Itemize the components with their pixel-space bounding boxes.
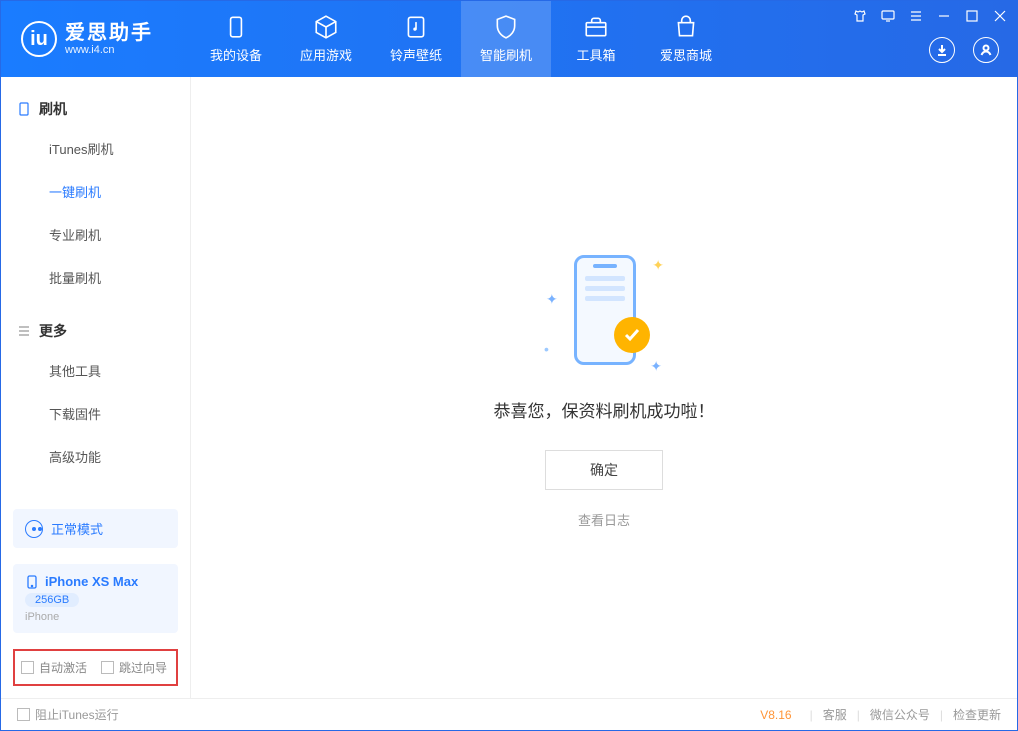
sidebar-item-itunes-flash[interactable]: iTunes刷机 xyxy=(1,127,190,170)
device-icon xyxy=(223,14,249,40)
tab-label: 铃声壁纸 xyxy=(390,45,442,64)
skin-icon[interactable] xyxy=(853,9,867,23)
checkmark-badge-icon xyxy=(614,317,650,353)
checkbox-block-itunes[interactable]: 阻止iTunes运行 xyxy=(17,706,119,723)
header-right-icons xyxy=(929,37,999,63)
shield-icon xyxy=(493,14,519,40)
device-icon xyxy=(25,575,39,589)
menu-icon[interactable] xyxy=(909,9,923,23)
sparkle-icon: ✦ xyxy=(652,257,664,274)
checkbox-label: 阻止iTunes运行 xyxy=(35,706,119,723)
header: iu 爱思助手 www.i4.cn 我的设备 应用游戏 铃声壁纸 智能刷机 xyxy=(1,1,1017,77)
tab-store[interactable]: 爱思商城 xyxy=(641,1,731,77)
mode-label: 正常模式 xyxy=(51,519,103,538)
sidebar-header-flash: 刷机 xyxy=(1,91,190,127)
tab-label: 智能刷机 xyxy=(480,45,532,64)
sidebar-section-flash: 刷机 iTunes刷机 一键刷机 专业刷机 批量刷机 xyxy=(1,77,190,299)
device-card[interactable]: iPhone XS Max 256GB iPhone xyxy=(13,564,178,633)
checkbox-skip-guide[interactable]: 跳过向导 xyxy=(101,659,167,676)
sparkle-icon: • xyxy=(544,341,549,357)
feedback-icon[interactable] xyxy=(881,9,895,23)
checkbox-label: 自动激活 xyxy=(39,659,87,676)
window-controls xyxy=(853,9,1007,23)
checkbox-icon xyxy=(101,661,114,674)
minimize-icon[interactable] xyxy=(937,9,951,23)
divider: | xyxy=(940,708,943,722)
phone-icon xyxy=(17,102,31,116)
tab-apps-games[interactable]: 应用游戏 xyxy=(281,1,371,77)
sparkle-icon: ✦ xyxy=(650,358,662,375)
logo: iu 爱思助手 www.i4.cn xyxy=(1,21,191,57)
success-illustration: ✦ ✦ • ✦ xyxy=(544,247,664,377)
maximize-icon[interactable] xyxy=(965,9,979,23)
sidebar-item-oneclick-flash[interactable]: 一键刷机 xyxy=(1,170,190,213)
tab-label: 我的设备 xyxy=(210,45,262,64)
close-icon[interactable] xyxy=(993,9,1007,23)
app-title: 爱思助手 xyxy=(65,22,153,44)
sidebar-item-other-tools[interactable]: 其他工具 xyxy=(1,349,190,392)
main-content: ✦ ✦ • ✦ 恭喜您，保资料刷机成功啦！ 确定 查看日志 xyxy=(191,77,1017,698)
app-window: iu 爱思助手 www.i4.cn 我的设备 应用游戏 铃声壁纸 智能刷机 xyxy=(0,0,1018,731)
sidebar-section-title: 刷机 xyxy=(39,99,67,119)
footer-link-update[interactable]: 检查更新 xyxy=(953,706,1001,723)
divider: | xyxy=(857,708,860,722)
footer-link-wechat[interactable]: 微信公众号 xyxy=(870,706,930,723)
sidebar-section-more: 更多 其他工具 下载固件 高级功能 xyxy=(1,299,190,478)
logo-icon: iu xyxy=(21,21,57,57)
app-subtitle: www.i4.cn xyxy=(65,44,153,56)
list-icon xyxy=(17,324,31,338)
checkbox-auto-activate[interactable]: 自动激活 xyxy=(21,659,87,676)
sidebar: 刷机 iTunes刷机 一键刷机 专业刷机 批量刷机 更多 其他工具 下载固件 … xyxy=(1,77,191,698)
logo-text: 爱思助手 www.i4.cn xyxy=(65,22,153,56)
sidebar-item-batch-flash[interactable]: 批量刷机 xyxy=(1,256,190,299)
view-log-link[interactable]: 查看日志 xyxy=(578,510,630,529)
device-name-text: iPhone XS Max xyxy=(45,574,138,589)
device-capacity: 256GB xyxy=(25,593,79,607)
bag-icon xyxy=(673,14,699,40)
footer-right: V8.16 | 客服 | 微信公众号 | 检查更新 xyxy=(760,706,1001,723)
sparkle-icon: ✦ xyxy=(546,291,558,308)
options-highlighted-box: 自动激活 跳过向导 xyxy=(13,649,178,686)
tab-label: 应用游戏 xyxy=(300,45,352,64)
tab-label: 工具箱 xyxy=(576,45,615,64)
music-icon xyxy=(403,14,429,40)
download-icon[interactable] xyxy=(929,37,955,63)
mode-icon xyxy=(25,520,43,538)
tab-smart-flash[interactable]: 智能刷机 xyxy=(461,1,551,77)
cube-icon xyxy=(313,14,339,40)
checkbox-icon xyxy=(21,661,34,674)
user-icon[interactable] xyxy=(973,37,999,63)
header-tabs: 我的设备 应用游戏 铃声壁纸 智能刷机 工具箱 爱思商城 xyxy=(191,1,731,77)
tab-ringtone-wallpaper[interactable]: 铃声壁纸 xyxy=(371,1,461,77)
sidebar-section-title: 更多 xyxy=(39,321,67,341)
sidebar-item-advanced[interactable]: 高级功能 xyxy=(1,435,190,478)
checkbox-icon xyxy=(17,708,30,721)
footer-link-support[interactable]: 客服 xyxy=(823,706,847,723)
toolbox-icon xyxy=(583,14,609,40)
sidebar-item-pro-flash[interactable]: 专业刷机 xyxy=(1,213,190,256)
checkbox-label: 跳过向导 xyxy=(119,659,167,676)
tab-label: 爱思商城 xyxy=(660,45,712,64)
tab-my-device[interactable]: 我的设备 xyxy=(191,1,281,77)
sidebar-item-download-firmware[interactable]: 下载固件 xyxy=(1,392,190,435)
device-type: iPhone xyxy=(25,611,59,623)
mode-card[interactable]: 正常模式 xyxy=(13,509,178,548)
ok-button[interactable]: 确定 xyxy=(545,450,663,490)
success-message: 恭喜您，保资料刷机成功啦！ xyxy=(494,397,715,422)
sidebar-header-more: 更多 xyxy=(1,313,190,349)
version-label: V8.16 xyxy=(760,708,791,722)
footer: 阻止iTunes运行 V8.16 | 客服 | 微信公众号 | 检查更新 xyxy=(1,698,1017,730)
divider: | xyxy=(810,708,813,722)
tab-toolbox[interactable]: 工具箱 xyxy=(551,1,641,77)
body: 刷机 iTunes刷机 一键刷机 专业刷机 批量刷机 更多 其他工具 下载固件 … xyxy=(1,77,1017,698)
